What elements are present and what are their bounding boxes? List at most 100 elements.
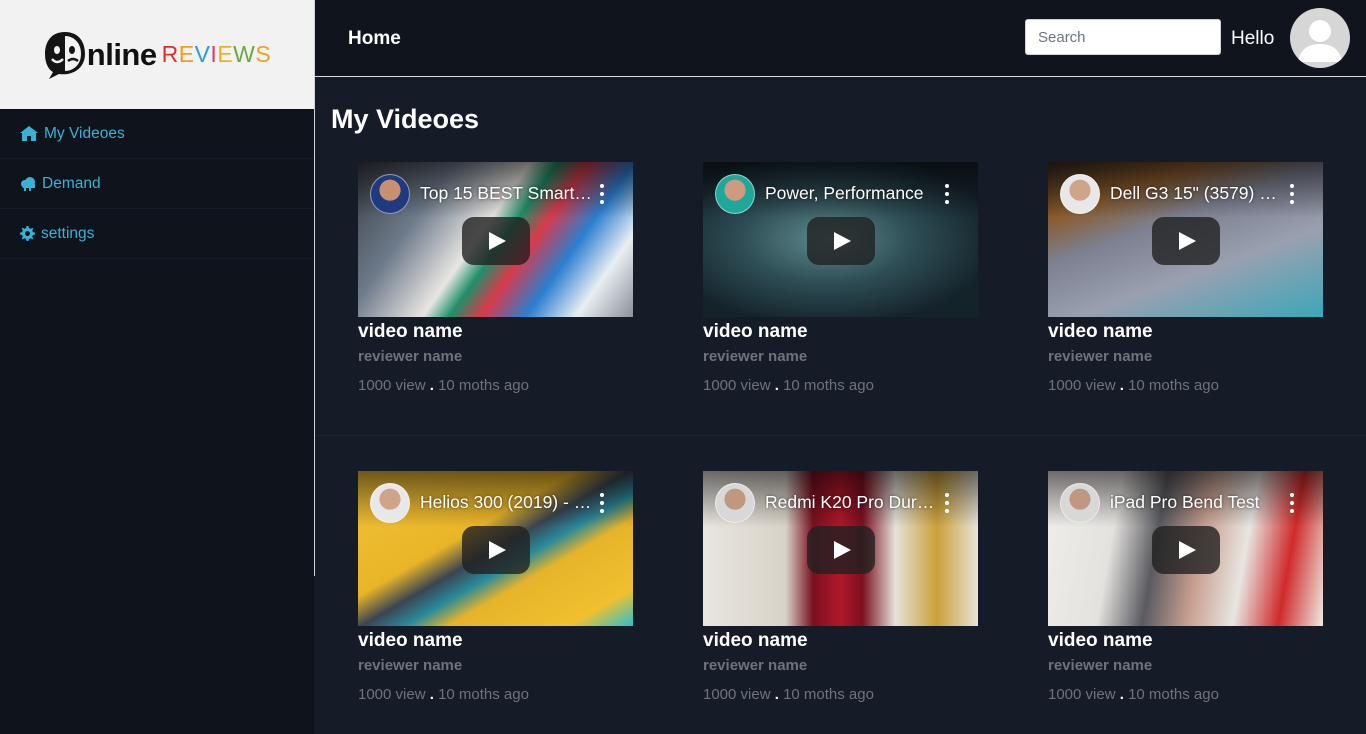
sidebar: nline REVIEWS My Videoes Demand settings bbox=[0, 0, 314, 734]
video-meta: 1000 view . 10 moths ago bbox=[358, 686, 633, 703]
separator-dot: . bbox=[774, 686, 779, 703]
youtube-video-title[interactable]: Dell G3 15" (3579) Review bbox=[1110, 183, 1284, 204]
channel-avatar[interactable] bbox=[370, 174, 410, 214]
youtube-video-title[interactable]: Top 15 BEST Smartphones bbox=[420, 183, 594, 204]
sidebar-item-label: settings bbox=[41, 224, 95, 242]
video-thumbnail[interactable]: Power, Performance bbox=[703, 162, 978, 317]
channel-avatar[interactable] bbox=[370, 483, 410, 523]
video-name[interactable]: video name bbox=[703, 630, 978, 654]
home-link[interactable]: Home bbox=[348, 28, 401, 50]
logo-letter: E bbox=[178, 41, 195, 67]
user-avatar[interactable] bbox=[1290, 8, 1350, 68]
more-options-icon[interactable] bbox=[1288, 184, 1296, 204]
youtube-video-title[interactable]: iPad Pro Bend Test bbox=[1110, 492, 1284, 513]
more-options-icon[interactable] bbox=[943, 184, 951, 204]
upload-age: 10 moths ago bbox=[783, 377, 874, 394]
logo-letter: E bbox=[217, 41, 234, 67]
sidebar-item-label: Demand bbox=[42, 174, 101, 192]
video-card: Dell G3 15" (3579) Review video name rev… bbox=[1048, 162, 1323, 394]
reviewer-name[interactable]: reviewer name bbox=[1048, 657, 1323, 679]
logo-letter: V bbox=[194, 41, 211, 67]
reviewer-name[interactable]: reviewer name bbox=[1048, 348, 1323, 370]
video-thumbnail[interactable]: Helios 300 (2019) - Review bbox=[358, 471, 633, 626]
more-options-icon[interactable] bbox=[943, 493, 951, 513]
more-options-icon[interactable] bbox=[598, 184, 606, 204]
play-button-icon[interactable] bbox=[1152, 217, 1220, 265]
reviewer-name[interactable]: reviewer name bbox=[358, 348, 633, 370]
video-meta: 1000 view . 10 moths ago bbox=[1048, 377, 1323, 394]
reviewer-name[interactable]: reviewer name bbox=[358, 657, 633, 679]
sidebar-item-label: My Videoes bbox=[44, 124, 125, 142]
home-icon bbox=[20, 126, 38, 141]
mask-logo-icon bbox=[44, 31, 85, 79]
play-button-icon[interactable] bbox=[807, 217, 875, 265]
play-button-icon[interactable] bbox=[462, 526, 530, 574]
reviewer-name[interactable]: reviewer name bbox=[703, 657, 978, 679]
video-card: Redmi K20 Pro Durability Test video name… bbox=[703, 471, 978, 703]
video-name[interactable]: video name bbox=[703, 321, 978, 345]
logo-letter: R bbox=[161, 41, 179, 67]
logo-letter: S bbox=[255, 41, 272, 67]
upload-age: 10 moths ago bbox=[783, 686, 874, 703]
logo-letter: W bbox=[233, 41, 256, 67]
cloud-icon bbox=[21, 176, 35, 191]
logo[interactable]: nline REVIEWS bbox=[0, 0, 314, 109]
gear-icon bbox=[20, 226, 35, 241]
logo-text-reviews: REVIEWS bbox=[162, 41, 272, 68]
row-divider bbox=[315, 435, 1366, 436]
play-button-icon[interactable] bbox=[1152, 526, 1220, 574]
page-title: My Videoes bbox=[331, 104, 480, 134]
separator-dot: . bbox=[1119, 377, 1124, 394]
video-name[interactable]: video name bbox=[1048, 321, 1323, 345]
sidebar-nav: My Videoes Demand settings bbox=[0, 109, 314, 259]
video-thumbnail[interactable]: iPad Pro Bend Test bbox=[1048, 471, 1323, 626]
main-content: Home Hello My Videoes Top 15 BEST Smartp… bbox=[315, 0, 1366, 734]
view-count: 1000 view bbox=[358, 377, 426, 394]
upload-age: 10 moths ago bbox=[438, 377, 529, 394]
sidebar-item-demand[interactable]: Demand bbox=[0, 159, 314, 209]
separator-dot: . bbox=[429, 686, 434, 703]
more-options-icon[interactable] bbox=[1288, 493, 1296, 513]
view-count: 1000 view bbox=[358, 686, 426, 703]
reviewer-name[interactable]: reviewer name bbox=[703, 348, 978, 370]
upload-age: 10 moths ago bbox=[1128, 377, 1219, 394]
video-card: Top 15 BEST Smartphones video name revie… bbox=[358, 162, 633, 394]
upload-age: 10 moths ago bbox=[1128, 686, 1219, 703]
video-name[interactable]: video name bbox=[358, 321, 633, 345]
logo-text-online: nline bbox=[86, 36, 157, 72]
video-meta: 1000 view . 10 moths ago bbox=[1048, 686, 1323, 703]
user-icon bbox=[1298, 20, 1342, 62]
video-name[interactable]: video name bbox=[358, 630, 633, 654]
upload-age: 10 moths ago bbox=[438, 686, 529, 703]
channel-avatar[interactable] bbox=[1060, 174, 1100, 214]
view-count: 1000 view bbox=[703, 377, 771, 394]
video-card: Power, Performance video name reviewer n… bbox=[703, 162, 978, 394]
play-button-icon[interactable] bbox=[807, 526, 875, 574]
youtube-video-title[interactable]: Helios 300 (2019) - Review bbox=[420, 492, 594, 513]
play-button-icon[interactable] bbox=[462, 217, 530, 265]
sidebar-item-settings[interactable]: settings bbox=[0, 209, 314, 259]
video-name[interactable]: video name bbox=[1048, 630, 1323, 654]
video-card: iPad Pro Bend Test video name reviewer n… bbox=[1048, 471, 1323, 703]
video-thumbnail[interactable]: Dell G3 15" (3579) Review bbox=[1048, 162, 1323, 317]
video-card: Helios 300 (2019) - Review video name re… bbox=[358, 471, 633, 703]
video-meta: 1000 view . 10 moths ago bbox=[703, 377, 978, 394]
more-options-icon[interactable] bbox=[598, 493, 606, 513]
channel-avatar[interactable] bbox=[1060, 483, 1100, 523]
video-thumbnail[interactable]: Top 15 BEST Smartphones bbox=[358, 162, 633, 317]
video-thumbnail[interactable]: Redmi K20 Pro Durability Test bbox=[703, 471, 978, 626]
channel-avatar[interactable] bbox=[715, 483, 755, 523]
greeting-text: Hello bbox=[1231, 28, 1275, 49]
youtube-video-title[interactable]: Redmi K20 Pro Durability Test bbox=[765, 492, 939, 513]
sidebar-item-my-videoes[interactable]: My Videoes bbox=[0, 109, 314, 159]
top-navbar: Home Hello bbox=[315, 0, 1366, 77]
view-count: 1000 view bbox=[1048, 377, 1116, 394]
view-count: 1000 view bbox=[1048, 686, 1116, 703]
video-meta: 1000 view . 10 moths ago bbox=[703, 686, 978, 703]
view-count: 1000 view bbox=[703, 686, 771, 703]
channel-avatar[interactable] bbox=[715, 174, 755, 214]
search-input[interactable] bbox=[1025, 19, 1221, 55]
separator-dot: . bbox=[774, 377, 779, 394]
youtube-video-title[interactable]: Power, Performance bbox=[765, 183, 939, 204]
separator-dot: . bbox=[429, 377, 434, 394]
